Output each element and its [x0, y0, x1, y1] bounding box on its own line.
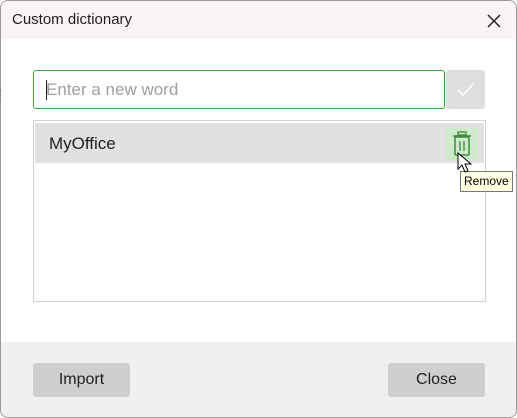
new-word-input[interactable] — [46, 71, 436, 108]
close-button[interactable]: Close — [388, 363, 485, 397]
add-word-button[interactable] — [446, 70, 485, 109]
import-button[interactable]: Import — [33, 363, 130, 397]
word-label: MyOffice — [49, 134, 116, 153]
close-icon[interactable] — [483, 10, 505, 32]
list-item[interactable]: MyOffice — [35, 123, 484, 163]
title-bar: Custom dictionary — [1, 1, 516, 39]
dialog-title: Custom dictionary — [12, 11, 133, 28]
remove-tooltip: Remove — [460, 171, 513, 192]
word-list: MyOffice — [33, 120, 486, 302]
checkmark-icon — [457, 83, 474, 97]
mouse-pointer-icon — [457, 151, 473, 174]
text-caret — [46, 80, 47, 100]
custom-dictionary-dialog: Custom dictionary MyOffice — [0, 0, 517, 418]
resize-grip-mark — [0, 90, 4, 102]
new-word-field[interactable] — [33, 70, 445, 109]
